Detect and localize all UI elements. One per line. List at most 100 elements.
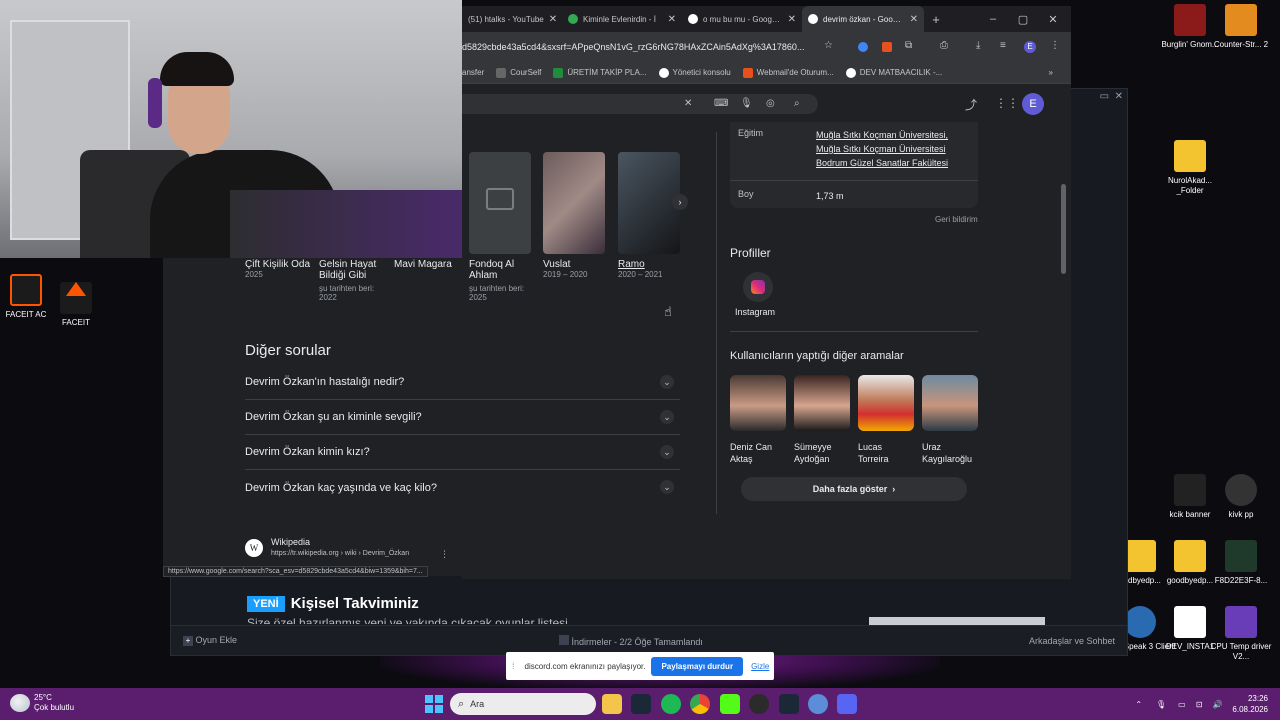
bookmark-item[interactable]: Webmail'de Oturum... (742, 67, 834, 78)
apps-grid-icon[interactable]: ⋮⋮ (995, 96, 1019, 110)
weather-icon[interactable] (10, 694, 30, 712)
print-icon[interactable]: ⎙ (940, 40, 948, 51)
extension-icon[interactable] (882, 42, 892, 52)
related-person[interactable]: Uraz Kaygılaroğlu (922, 375, 978, 465)
minimize-button[interactable]: – (978, 6, 1008, 32)
desktop-icon-kivk-pp[interactable]: kivk pp (1205, 474, 1277, 520)
tab-youtube[interactable]: (51) htalks - YouTube ✕ (462, 6, 562, 32)
obs-icon[interactable] (749, 694, 769, 714)
desktop-icon-faceit[interactable]: FACEIT (40, 274, 112, 328)
related-person[interactable]: Deniz Can Aktaş (730, 375, 786, 465)
film-poster-fondoq[interactable] (469, 152, 531, 254)
education-link[interactable]: Bodrum Güzel Sanatlar Fakültesi (816, 156, 948, 170)
chevron-down-icon[interactable]: ⌄ (660, 445, 674, 459)
film-card[interactable]: Mavi Magara (394, 259, 464, 270)
close-icon[interactable]: ✕ (668, 14, 676, 25)
steam-icon[interactable] (779, 694, 799, 714)
chrome-icon[interactable] (690, 694, 710, 714)
weather-widget[interactable]: 25°C Çok bulutlu (34, 693, 74, 713)
maximize-button[interactable]: ▢ (1008, 6, 1038, 32)
desktop-icon-counter-strike[interactable]: Counter-Str... 2 (1205, 4, 1277, 50)
scrollbar-thumb[interactable] (1061, 184, 1066, 274)
add-game-button[interactable]: + Oyun Ekle (183, 635, 237, 646)
related-person[interactable]: Sümeyye Aydoğan (794, 375, 850, 465)
bookmark-item[interactable]: ÜRETİM TAKİP PLA... (553, 67, 647, 78)
film-poster-vuslat[interactable] (543, 152, 605, 254)
film-card[interactable]: Vuslat 2019 – 2020 (543, 259, 613, 279)
volume-icon[interactable]: 🔊 (1212, 700, 1222, 709)
show-more-button[interactable]: Daha fazla göster › (741, 477, 967, 501)
reading-list-icon[interactable]: ≡ (1000, 40, 1006, 51)
taskbar-search-box[interactable]: ⌕ Ara (450, 693, 596, 715)
tab-kiminle[interactable]: Kiminle Evlenirdin - İ ✕ (562, 6, 682, 32)
puzzle-icon[interactable]: ⧉ (905, 40, 912, 51)
more-bookmarks-icon[interactable]: » (1049, 68, 1053, 77)
chevron-up-icon[interactable]: ⌃ (1135, 700, 1142, 709)
tab-devrim-ozkan[interactable]: devrim özkan - Goo… ✕ (802, 6, 924, 32)
hide-link[interactable]: Gizle (751, 662, 769, 671)
network-icon[interactable]: ⊡ (1196, 700, 1203, 709)
education-link[interactable]: Muğla Sıtkı Koçman Üniversitesi (816, 142, 946, 156)
discord-icon[interactable] (837, 694, 857, 714)
film-card[interactable]: Fondoq Al Ahlam şu tarihten beri: 2025 (469, 259, 539, 302)
new-tab-button[interactable]: + (924, 12, 948, 27)
display-icon[interactable]: ▭ (1178, 700, 1186, 709)
related-person[interactable]: Lucas Torreira (858, 375, 914, 465)
keyboard-icon[interactable]: ⌨ (714, 98, 728, 109)
film-poster-ramo[interactable] (618, 152, 680, 254)
friends-chat-button[interactable]: Arkadaşlar ve Sohbet (1029, 636, 1115, 646)
question-row[interactable]: Devrim Özkan kimin kızı? ⌄ (245, 435, 680, 470)
chevron-down-icon[interactable]: ⌄ (660, 410, 674, 424)
spotify-icon[interactable] (661, 694, 681, 714)
desktop-icon-cpu-temp[interactable]: CPU Temp driver V2... (1205, 606, 1277, 662)
microphone-icon[interactable]: 🎙 (1156, 700, 1166, 709)
downloads-status[interactable]: İndirmeler - 2/2 Öğe Tamamlandı (559, 634, 703, 647)
file-explorer-icon[interactable] (602, 694, 622, 714)
menu-icon[interactable]: ⋮ (1050, 40, 1060, 51)
url-field[interactable]: d5829cbde43a5cd4&sxsrf=APpeQnsN1vG_rzG6r… (462, 42, 818, 52)
film-card[interactable]: Ramo 2020 – 2021 (618, 259, 688, 279)
share-icon[interactable]: ⤴ (965, 96, 977, 113)
film-card[interactable]: Çift Kişilik Oda 2025 (245, 259, 315, 279)
star-icon[interactable]: ☆ (824, 40, 833, 51)
lens-icon[interactable]: ◎ (766, 98, 775, 109)
close-icon[interactable]: ✕ (549, 14, 557, 25)
question-row[interactable]: Devrim Özkan'ın hastalığı nedir? ⌄ (245, 365, 680, 400)
bookmark-item[interactable]: ansfer (462, 68, 484, 77)
clear-icon[interactable]: ✕ (684, 98, 692, 109)
bookmark-item[interactable]: Yönetici konsolu (658, 67, 731, 78)
download-icon[interactable]: ⤓ (976, 40, 980, 51)
bookmark-item[interactable]: CourSelf (496, 67, 541, 78)
windows-start-button[interactable] (425, 695, 443, 713)
search-icon[interactable]: ⌕ (794, 98, 800, 109)
instagram-label[interactable]: Instagram (735, 307, 775, 317)
chevron-down-icon[interactable]: ⌄ (660, 480, 674, 494)
instagram-profile-button[interactable] (743, 272, 773, 302)
kick-icon[interactable] (720, 694, 740, 714)
extension-icon[interactable] (858, 42, 868, 52)
more-options-icon[interactable]: ⋮ (440, 549, 449, 560)
close-icon[interactable]: ✕ (910, 14, 918, 25)
wikipedia-site-name[interactable]: Wikipedia (271, 537, 310, 547)
promo-button[interactable] (869, 617, 1045, 625)
steam-icon[interactable] (631, 694, 651, 714)
drag-handle-icon[interactable]: ⁞ (512, 661, 515, 671)
app-icon[interactable] (808, 694, 828, 714)
profile-avatar[interactable]: E (1024, 41, 1036, 53)
close-window-button[interactable]: ✕ (1038, 6, 1068, 32)
desktop-icon-f8d22e3f[interactable]: F8D22E3F-8... (1205, 540, 1277, 586)
chevron-down-icon[interactable]: ⌄ (660, 375, 674, 389)
stop-sharing-button[interactable]: Paylaşmayı durdur (651, 656, 744, 676)
desktop-icon-nurol-folder[interactable]: NurolAkad... _Folder (1154, 140, 1226, 196)
clock[interactable]: 23:26 6.08.2026 (1232, 693, 1268, 715)
film-card[interactable]: Gelsin Hayat Bildiği Gibi şu tarihten be… (319, 259, 389, 302)
question-row[interactable]: Devrim Özkan şu an kiminle sevgili? ⌄ (245, 400, 680, 435)
question-row[interactable]: Devrim Özkan kaç yaşında ve kaç kilo? ⌄ (245, 470, 680, 505)
feedback-link[interactable]: Geri bildirim (935, 215, 978, 224)
google-account-avatar[interactable]: E (1022, 93, 1044, 115)
wikipedia-url[interactable]: https://tr.wikipedia.org › wiki › Devrim… (271, 550, 409, 557)
bookmark-item[interactable]: DEV MATBAACILIK -... (845, 67, 942, 78)
google-search-box[interactable]: ✕ ⌨ 🎙 ◎ ⌕ (462, 94, 818, 114)
carousel-next-button[interactable]: › (672, 194, 688, 210)
close-icon[interactable]: ✕ (788, 14, 796, 25)
